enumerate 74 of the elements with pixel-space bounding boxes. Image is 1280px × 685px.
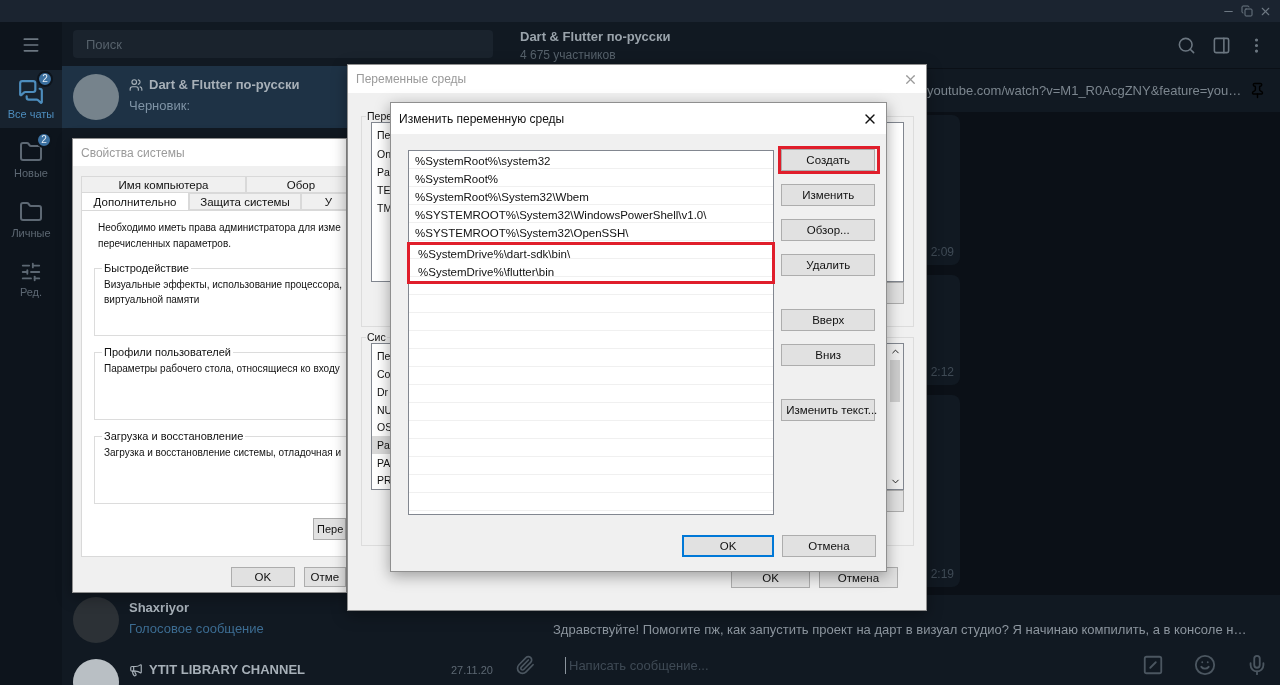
megaphone-icon xyxy=(129,662,143,677)
chat-date: 27.11.20 xyxy=(451,663,493,676)
dialog-button[interactable]: Изменить текст... xyxy=(781,399,876,421)
search-field[interactable]: Поиск xyxy=(73,30,493,58)
chat-name: Dart & Flutter по-русски xyxy=(149,77,300,92)
side-panel-icon[interactable] xyxy=(1212,35,1231,55)
dialog-button[interactable]: Вверх xyxy=(781,309,876,331)
ok-button[interactable]: OK xyxy=(682,535,774,557)
group-title: Быстродействие xyxy=(103,262,190,274)
path-row[interactable]: %SYSTEMROOT%\System32\WindowsPowerShell\v1.0\ xyxy=(409,206,774,224)
tab[interactable]: Обор xyxy=(246,176,346,193)
command-icon[interactable] xyxy=(1142,654,1164,676)
group-title: Сис xyxy=(366,331,387,343)
chat-title: Dart & Flutter по-русски xyxy=(520,28,672,44)
window-title: Свойства системы xyxy=(81,145,186,160)
dialog-button[interactable]: Вниз xyxy=(781,344,876,366)
pinned-message: youtube.com/watch?v=M1_R0AcgZNY&feature=you… xyxy=(927,83,1243,98)
tab[interactable]: Дополнительно xyxy=(81,192,189,210)
group-icon xyxy=(129,77,143,92)
dialog-button[interactable]: Создать xyxy=(781,149,876,171)
folder-label: Все чаты xyxy=(7,107,55,120)
environment-button[interactable]: Пере xyxy=(313,518,346,540)
chat-preview: Черновик: xyxy=(129,98,191,113)
folder-icon xyxy=(19,199,43,224)
folder-label: Новые xyxy=(14,166,48,179)
sliders-icon xyxy=(20,260,42,283)
folder-label: Личные xyxy=(11,226,51,239)
search-icon[interactable] xyxy=(1177,35,1196,55)
admin-notice: Необходимо иметь права администратора для изме перечисленных параметров. xyxy=(97,221,342,251)
restore-icon[interactable] xyxy=(1241,5,1253,17)
folder-icon xyxy=(19,139,43,164)
chat-row[interactable]: YTIT LIBRARY CHANNEL 27.11.20 xyxy=(62,651,505,685)
dialog-button[interactable]: OK xyxy=(231,567,295,587)
tab[interactable]: Имя компьютера xyxy=(81,176,246,193)
member-count: 4 675 участников xyxy=(520,47,617,62)
dialog-button[interactable]: Отме xyxy=(303,567,346,587)
group-title: Профили пользователей xyxy=(103,346,232,358)
group-description: Параметры рабочего стола, относящиеся ко входу xyxy=(104,362,341,376)
avatar xyxy=(73,74,119,120)
path-row[interactable]: %SystemDrive%\dart-sdk\bin\ xyxy=(412,245,773,263)
dialog-button[interactable]: Удалить xyxy=(781,254,876,276)
avatar xyxy=(73,597,119,643)
window-title: Переменные среды xyxy=(356,72,468,86)
group-description: Визуальные эффекты, использование процессора, виртуальной памяти xyxy=(104,278,344,307)
folder-tab[interactable]: 2 Все чаты xyxy=(0,70,62,128)
unread-badge: 2 xyxy=(37,70,53,87)
paperclip-icon[interactable] xyxy=(515,655,535,675)
chat-bubbles-icon xyxy=(18,78,44,105)
emoji-icon[interactable] xyxy=(1194,654,1216,676)
path-row[interactable]: %SystemRoot% xyxy=(409,170,774,188)
column-header: Пе xyxy=(377,348,391,364)
scrollbar-thumb[interactable] xyxy=(890,360,900,402)
path-row[interactable]: %SYSTEMROOT%\System32\OpenSSH\ xyxy=(409,224,774,242)
dialog-button[interactable]: Изменить xyxy=(781,184,876,206)
tab[interactable]: Защита системы xyxy=(189,193,301,210)
group-title: Загрузка и восстановление xyxy=(103,430,245,442)
path-row[interactable]: %SystemRoot%\system32 xyxy=(409,152,774,170)
folder-tab[interactable]: 2 Новые xyxy=(0,130,62,188)
dialog-button[interactable]: Обзор... xyxy=(781,219,876,241)
folder-label: Ред. xyxy=(19,285,43,298)
column-header: Пе xyxy=(377,128,391,143)
menu-icon[interactable] xyxy=(21,35,41,55)
chat-preview: Голосовое сообщение xyxy=(129,621,265,636)
chat-name: Shaxriyor xyxy=(129,600,189,615)
chat-name: YTIT LIBRARY CHANNEL xyxy=(149,662,305,677)
scrollbar[interactable] xyxy=(887,344,903,489)
unread-badge: 2 xyxy=(36,131,52,148)
reply-preview: Здравствуйте! Помогите пж, как запустить проект на дарт в визуал студио? Я начинаю компилить, а в консоле н… xyxy=(553,622,1247,637)
path-row[interactable]: %SystemDrive%\flutter\bin xyxy=(412,263,773,281)
path-row[interactable]: %SystemRoot%\System32\Wbem xyxy=(409,188,774,206)
group-description: Загрузка и восстановление системы, отладочная и xyxy=(104,446,342,460)
tab[interactable]: У xyxy=(301,193,346,210)
chat-row[interactable]: Shaxriyor Голосовое сообщение xyxy=(62,589,505,651)
cancel-button[interactable]: Отмена xyxy=(782,535,876,557)
